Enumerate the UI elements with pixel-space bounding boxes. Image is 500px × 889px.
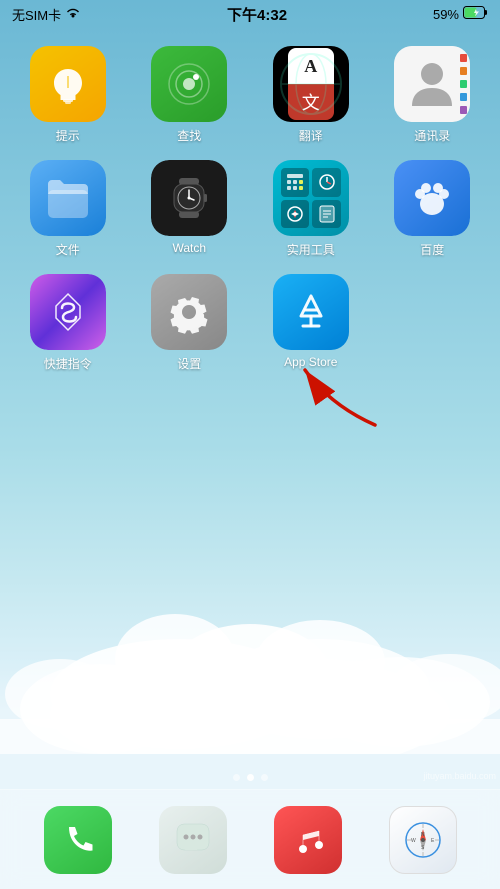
app-label-shiyong: 实用工具 [287, 241, 335, 258]
app-wenjian[interactable]: 文件 [10, 160, 126, 258]
app-icon-siri [30, 274, 106, 350]
svg-text:N: N [421, 832, 425, 838]
dock: N S W E [0, 789, 500, 889]
app-baidu[interactable]: 百度 [375, 160, 491, 258]
svg-text:E: E [431, 838, 435, 844]
status-right: 59% [433, 6, 488, 22]
svg-text:S: S [421, 845, 425, 851]
app-chazhao[interactable]: 查找 [132, 46, 248, 144]
page-dot-2 [247, 774, 254, 781]
carrier-label: 无SIM卡 [12, 5, 61, 24]
app-label-tishi: 提示 [56, 127, 80, 144]
app-label-chazhao: 查找 [177, 127, 201, 144]
app-contacts[interactable]: 通讯录 [375, 46, 491, 144]
app-label-baidu: 百度 [420, 241, 444, 258]
app-icon-wenjian [30, 160, 106, 236]
page-dot-1 [233, 774, 240, 781]
app-icon-tishi [30, 46, 106, 122]
app-grid: 提示 查找 A 文 [0, 36, 500, 372]
app-icon-settings [151, 274, 227, 350]
app-shiyong[interactable]: 实用工具 [253, 160, 369, 258]
dock-icon-messages [159, 806, 227, 874]
app-icon-baidu [394, 160, 470, 236]
app-icon-chazhao [151, 46, 227, 122]
app-label-contacts: 通讯录 [414, 127, 450, 144]
app-siri[interactable]: 快捷指令 [10, 274, 126, 372]
app-watch[interactable]: Watch [132, 160, 248, 258]
app-label-watch: Watch [172, 241, 206, 255]
watermark: jituyam.baidu.com [419, 769, 500, 783]
app-icon-fanyi: A 文 [273, 46, 349, 122]
app-settings[interactable]: 设置 [132, 274, 248, 372]
app-label-fanyi: 翻译 [299, 127, 323, 144]
battery-label: 59% [433, 7, 459, 22]
clouds [0, 534, 500, 759]
wifi-icon [65, 7, 81, 22]
dock-icon-phone [44, 806, 112, 874]
app-label-settings: 设置 [177, 355, 201, 372]
dock-music[interactable] [274, 806, 342, 874]
dock-safari[interactable]: N S W E [389, 806, 457, 874]
app-icon-watch [151, 160, 227, 236]
status-bar: 无SIM卡 下午4:32 59% [0, 0, 500, 28]
page-dot-3 [261, 774, 268, 781]
arrow-annotation [290, 350, 390, 430]
battery-icon [463, 6, 488, 22]
svg-text:W: W [411, 838, 416, 844]
status-time: 下午4:32 [227, 4, 287, 25]
app-label-wenjian: 文件 [56, 241, 80, 258]
dock-icon-safari: N S W E [389, 806, 457, 874]
dock-messages[interactable] [159, 806, 227, 874]
app-label-siri: 快捷指令 [44, 355, 92, 372]
status-left: 无SIM卡 [12, 5, 81, 24]
app-fanyi[interactable]: A 文 翻译 [253, 46, 369, 144]
app-icon-appstore [273, 274, 349, 350]
app-tishi[interactable]: 提示 [10, 46, 126, 144]
app-icon-shiyong [273, 160, 349, 236]
app-icon-contacts [394, 46, 470, 122]
dock-phone[interactable] [44, 806, 112, 874]
dock-icon-music [274, 806, 342, 874]
